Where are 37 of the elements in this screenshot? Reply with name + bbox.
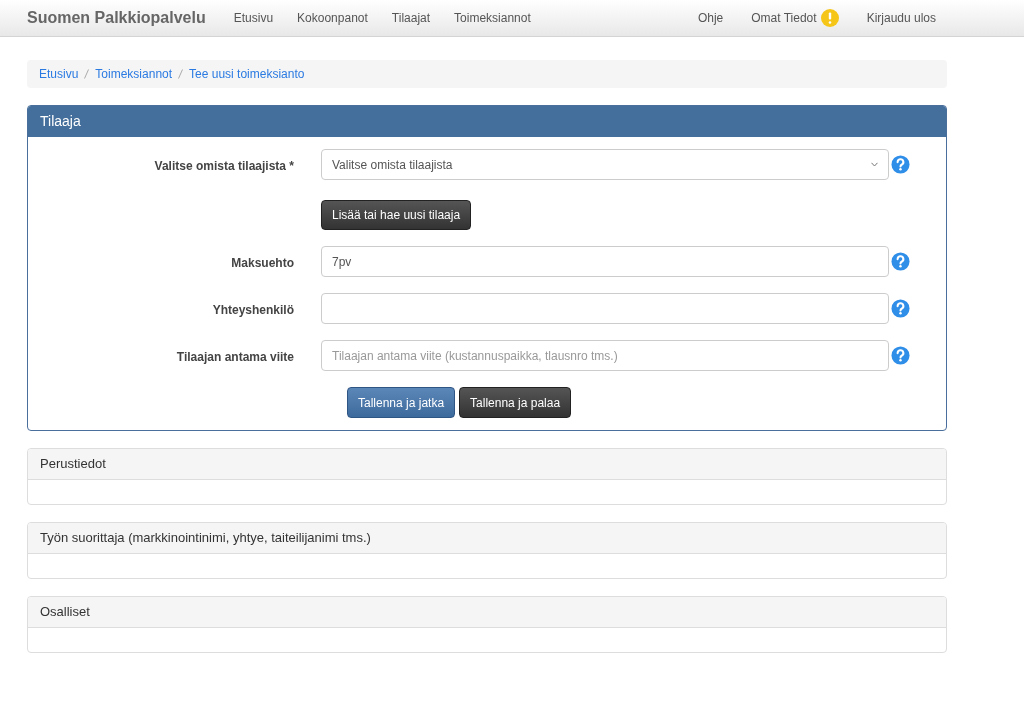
help-icon[interactable] (891, 299, 910, 318)
nav-link[interactable]: Toimeksiannot (454, 9, 531, 27)
breadcrumb-link[interactable]: Toimeksiannot (95, 65, 173, 83)
help-icon[interactable] (891, 252, 910, 271)
field-label: Tilaajan antama viite (176, 349, 294, 364)
input-field[interactable]: Tilaajan antama viite (kustannuspaikka, tlausnro tms.) (321, 340, 889, 371)
select-field[interactable]: Valitse omista tilaajista (321, 149, 889, 180)
input-field[interactable]: 7pv (321, 246, 889, 277)
input-field[interactable] (321, 293, 889, 324)
nav-link[interactable]: Kirjaudu ulos (866, 9, 936, 27)
chevron-down-icon (871, 162, 878, 167)
field-label: Yhteyshenkilö (212, 302, 294, 317)
slash-icon (84, 69, 90, 79)
panel-title: Työn suorittaja (markkinointinimi, yhtye, taiteilijanimi tms.) (40, 529, 371, 548)
nav-link[interactable]: Omat Tiedot (751, 9, 817, 27)
select-value: Valitse omista tilaajista (332, 156, 453, 174)
breadcrumb-link[interactable]: Etusivu (39, 65, 79, 83)
save-button[interactable]: Tallenna ja jatka (347, 387, 456, 418)
field-label: Valitse omista tilaajista * (154, 158, 294, 173)
panel-header[interactable]: Perustiedot (28, 449, 946, 480)
brand-link[interactable]: Suomen Palkkiopalvelu (27, 6, 206, 30)
panel-title: Perustiedot (40, 455, 106, 474)
nav-link[interactable]: Etusivu (233, 9, 274, 27)
panel-title: Tilaaja (40, 112, 81, 131)
help-icon[interactable] (891, 155, 910, 174)
save-button[interactable]: Tallenna ja palaa (459, 387, 572, 418)
add-customer-button[interactable]: Lisää tai hae uusi tilaaja (321, 200, 472, 230)
nav-link[interactable]: Tilaajat (391, 9, 431, 27)
nav-link[interactable]: Kokoonpanot (297, 9, 368, 27)
breadcrumb-link[interactable]: Tee uusi toimeksianto (189, 65, 305, 83)
panel-title: Osalliset (40, 603, 90, 622)
panel-header[interactable]: Työn suorittaja (markkinointinimi, yhtye, taiteilijanimi tms.) (28, 523, 946, 554)
nav-link[interactable]: Ohje (697, 9, 724, 27)
help-icon[interactable] (891, 346, 910, 365)
panel-header[interactable]: Osalliset (28, 597, 946, 628)
field-label: Maksuehto (231, 255, 294, 270)
slash-icon (178, 69, 184, 79)
